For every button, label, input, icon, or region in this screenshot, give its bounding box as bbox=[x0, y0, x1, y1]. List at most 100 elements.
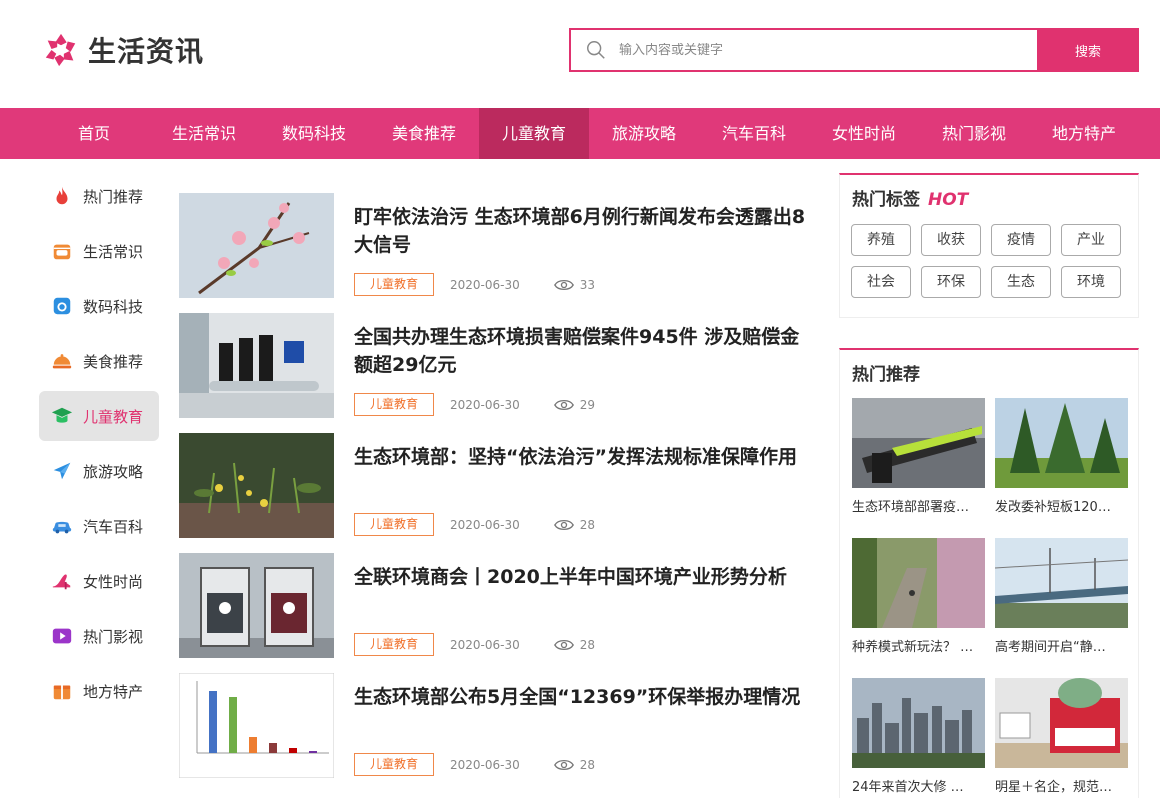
category-sidebar: 热门推荐生活常识数码科技 美食推荐儿童教育旅游攻略 汽车百科 女性时尚热门影视地方特产 bbox=[39, 171, 159, 721]
eye-icon bbox=[553, 758, 574, 772]
recommend-item[interactable]: 发改委补短板120… bbox=[995, 398, 1128, 538]
view-count: 28 bbox=[579, 757, 596, 772]
recommend-title[interactable]: 明星＋名企，规范… bbox=[995, 776, 1128, 795]
article-thumbnail[interactable] bbox=[179, 433, 334, 538]
recommend-item[interactable]: 种养模式新玩法？ … bbox=[852, 538, 985, 678]
article-views: 28 bbox=[553, 638, 595, 652]
recommend-title[interactable]: 24年来首次大修 … bbox=[852, 776, 985, 795]
article-item[interactable]: 全联环境商会丨2020上半年中国环境产业形势分析儿童教育 2020-06-30 28 bbox=[179, 553, 809, 673]
article-meta: 儿童教育 2020-06-30 28 bbox=[354, 633, 595, 656]
hot-tags-title: 热门标签 HOT bbox=[840, 175, 1138, 215]
hot-recommend-title: 热门推荐 bbox=[852, 365, 920, 385]
sidebar-item-label: 热门推荐 bbox=[83, 187, 144, 206]
sidebar-item[interactable]: 数码科技 bbox=[39, 281, 159, 331]
article-thumbnail[interactable] bbox=[179, 673, 334, 778]
search-input[interactable] bbox=[619, 42, 999, 58]
article-category-tag[interactable]: 儿童教育 bbox=[354, 513, 434, 536]
recommend-title[interactable]: 高考期间开启“静… bbox=[995, 636, 1128, 655]
article-title[interactable]: 生态环境部：坚持“依法治污”发挥法规标准保障作用 bbox=[354, 443, 809, 471]
article-category-tag[interactable]: 儿童教育 bbox=[354, 393, 434, 416]
article-meta: 儿童教育 2020-06-30 29 bbox=[354, 393, 595, 416]
hot-tag[interactable]: 环保 bbox=[921, 266, 981, 298]
recommend-thumbnail[interactable] bbox=[852, 538, 985, 628]
article-title[interactable]: 盯牢依法治污 生态环境部6月例行新闻发布会透露出8大信号 bbox=[354, 203, 809, 259]
sidebar-item[interactable]: 地方特产 bbox=[39, 666, 159, 716]
article-category-tag[interactable]: 儿童教育 bbox=[354, 633, 434, 656]
hot-badge: HOT bbox=[928, 190, 969, 210]
graduation-cap-icon bbox=[51, 405, 73, 427]
gift-box-icon bbox=[51, 680, 73, 702]
article-date: 2020-06-30 bbox=[450, 277, 520, 292]
hot-tag[interactable]: 社会 bbox=[851, 266, 911, 298]
nav-item[interactable]: 生活常识 bbox=[149, 108, 259, 159]
recommend-grid: 生态环境部部署疫… 发改委补短板120… 种养模式新玩法？ … 高考期间开启“静… 24… bbox=[840, 390, 1138, 798]
recommend-thumbnail[interactable] bbox=[995, 678, 1128, 768]
article-item[interactable]: 生态环境部公布5月全国“12369”环保举报办理情况儿童教育 2020-06-30… bbox=[179, 673, 809, 793]
recommend-item[interactable]: 高考期间开启“静… bbox=[995, 538, 1128, 678]
article-meta: 儿童教育 2020-06-30 28 bbox=[354, 753, 595, 776]
sidebar-item-label: 儿童教育 bbox=[83, 407, 144, 426]
nav-item[interactable]: 数码科技 bbox=[259, 108, 369, 159]
article-thumbnail[interactable] bbox=[179, 313, 334, 418]
hot-tag[interactable]: 生态 bbox=[991, 266, 1051, 298]
recommend-thumbnail[interactable] bbox=[852, 398, 985, 488]
eye-icon bbox=[553, 638, 574, 652]
play-icon bbox=[51, 625, 73, 647]
sidebar-item[interactable]: 女性时尚 bbox=[39, 556, 159, 606]
hot-tag[interactable]: 疫情 bbox=[991, 224, 1051, 256]
camera-icon bbox=[51, 295, 73, 317]
article-title[interactable]: 生态环境部公布5月全国“12369”环保举报办理情况 bbox=[354, 683, 809, 711]
article-title[interactable]: 全联环境商会丨2020上半年中国环境产业形势分析 bbox=[354, 563, 809, 591]
sidebar-item[interactable]: 旅游攻略 bbox=[39, 446, 159, 496]
sidebar-item-label: 热门影视 bbox=[83, 627, 144, 646]
sidebar-item[interactable]: 热门推荐 bbox=[39, 171, 159, 221]
hot-tag[interactable]: 产业 bbox=[1061, 224, 1121, 256]
recommend-thumbnail[interactable] bbox=[852, 678, 985, 768]
sidebar-item-label: 生活常识 bbox=[83, 242, 144, 261]
nav-item[interactable]: 美食推荐 bbox=[369, 108, 479, 159]
recommend-thumbnail[interactable] bbox=[995, 398, 1128, 488]
article-category-tag[interactable]: 儿童教育 bbox=[354, 273, 434, 296]
nav-item[interactable]: 女性时尚 bbox=[809, 108, 919, 159]
nav-item[interactable]: 地方特产 bbox=[1029, 108, 1139, 159]
article-thumbnail[interactable] bbox=[179, 553, 334, 658]
article-category-tag[interactable]: 儿童教育 bbox=[354, 753, 434, 776]
view-count: 28 bbox=[579, 517, 596, 532]
recommend-title[interactable]: 发改委补短板120… bbox=[995, 496, 1128, 515]
sidebar-item[interactable]: 儿童教育 bbox=[39, 391, 159, 441]
hot-tag[interactable]: 环境 bbox=[1061, 266, 1121, 298]
sidebar-item[interactable]: 热门影视 bbox=[39, 611, 159, 661]
sidebar-item[interactable]: 生活常识 bbox=[39, 226, 159, 276]
hot-recommend-panel: 热门推荐 生态环境部部署疫… 发改委补短板120… 种养模式新玩法？ … 高考期间开启… bbox=[839, 348, 1139, 798]
recommend-item[interactable]: 明星＋名企，规范… bbox=[995, 678, 1128, 798]
flame-icon bbox=[51, 185, 73, 207]
site-logo[interactable]: 生活资讯 bbox=[42, 30, 204, 70]
header: 生活资讯 搜索 bbox=[0, 0, 1160, 108]
eye-icon bbox=[553, 518, 574, 532]
nav-item[interactable]: 旅游攻略 bbox=[589, 108, 699, 159]
sidebar-item[interactable]: 汽车百科 bbox=[39, 501, 159, 551]
search-bar: 搜索 bbox=[569, 28, 1139, 72]
article-meta: 儿童教育 2020-06-30 28 bbox=[354, 513, 595, 536]
article-item[interactable]: 盯牢依法治污 生态环境部6月例行新闻发布会透露出8大信号儿童教育 2020-06-… bbox=[179, 193, 809, 313]
hot-tag[interactable]: 收获 bbox=[921, 224, 981, 256]
nav-item[interactable]: 热门影视 bbox=[919, 108, 1029, 159]
sidebar-item[interactable]: 美食推荐 bbox=[39, 336, 159, 386]
search-button[interactable]: 搜索 bbox=[1037, 28, 1139, 72]
nav-item[interactable]: 儿童教育 bbox=[479, 108, 589, 159]
article-thumbnail[interactable] bbox=[179, 193, 334, 298]
nav-item[interactable]: 汽车百科 bbox=[699, 108, 809, 159]
article-title[interactable]: 全国共办理生态环境损害赔偿案件945件 涉及赔偿金额超29亿元 bbox=[354, 323, 809, 379]
article-views: 29 bbox=[553, 398, 595, 412]
recommend-title[interactable]: 生态环境部部署疫… bbox=[852, 496, 985, 515]
recommend-item[interactable]: 24年来首次大修 … bbox=[852, 678, 985, 798]
recommend-item[interactable]: 生态环境部部署疫… bbox=[852, 398, 985, 538]
main-nav: 首页 生活常识 数码科技 美食推荐 儿童教育 旅游攻略 汽车百科 女性时尚 热门影视 地方特产 bbox=[0, 108, 1160, 159]
nav-item[interactable]: 首页 bbox=[39, 108, 149, 159]
article-item[interactable]: 生态环境部：坚持“依法治污”发挥法规标准保障作用儿童教育 2020-06-30 28 bbox=[179, 433, 809, 553]
article-item[interactable]: 全国共办理生态环境损害赔偿案件945件 涉及赔偿金额超29亿元儿童教育 2020-… bbox=[179, 313, 809, 433]
hot-tag[interactable]: 养殖 bbox=[851, 224, 911, 256]
article-date: 2020-06-30 bbox=[450, 397, 520, 412]
recommend-thumbnail[interactable] bbox=[995, 538, 1128, 628]
recommend-title[interactable]: 种养模式新玩法？ … bbox=[852, 636, 985, 655]
